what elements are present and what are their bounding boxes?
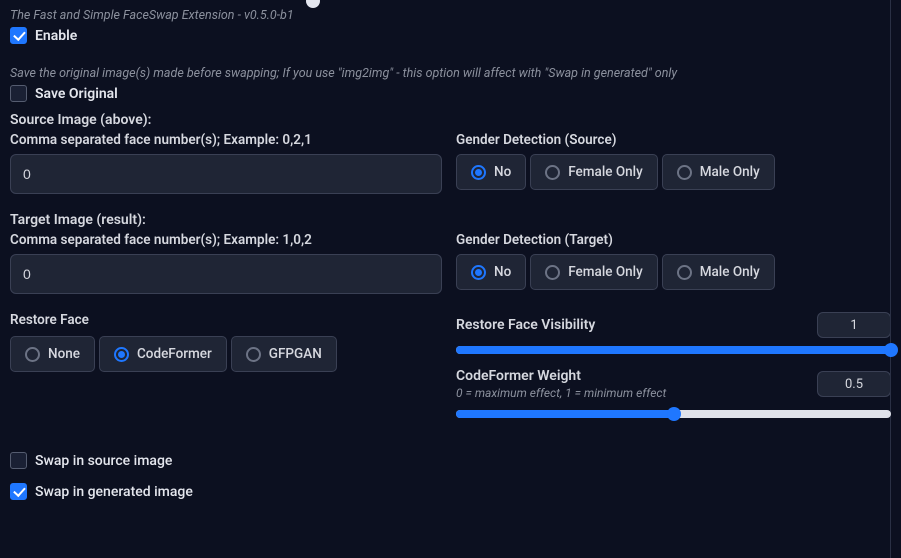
target-faces-label: Comma separated face number(s); Example:… (10, 232, 442, 248)
radio-icon (677, 265, 692, 280)
source-gender-label: Gender Detection (Source) (456, 132, 891, 148)
radio-label: Male Only (700, 264, 760, 280)
radio-icon (114, 347, 129, 362)
panel-divider (890, 0, 891, 558)
radio-label: No (494, 164, 511, 180)
swap-generated-label: Swap in generated image (35, 484, 193, 500)
target-gender-option-female-only[interactable]: Female Only (530, 254, 657, 290)
radio-icon (471, 165, 486, 180)
target-gender-group: No Female Only Male Only (456, 254, 891, 290)
radio-label: Female Only (568, 264, 642, 280)
restore-face-option-gfpgan[interactable]: GFPGAN (231, 336, 337, 372)
decorative-dot (306, 0, 320, 8)
visibility-thumb[interactable] (884, 343, 898, 357)
radio-icon (545, 265, 560, 280)
radio-icon (25, 347, 40, 362)
source-faces-input[interactable] (10, 154, 442, 194)
restore-face-group: None CodeFormer GFPGAN (10, 336, 442, 372)
restore-face-option-codeformer[interactable]: CodeFormer (99, 336, 227, 372)
save-original-checkbox[interactable] (10, 85, 27, 102)
target-gender-option-male-only[interactable]: Male Only (662, 254, 775, 290)
visibility-value[interactable]: 1 (817, 312, 891, 338)
swap-source-label: Swap in source image (35, 453, 172, 469)
visibility-label: Restore Face Visibility (456, 317, 807, 333)
radio-label: Female Only (568, 164, 642, 180)
radio-icon (246, 347, 261, 362)
enable-label: Enable (35, 28, 77, 44)
enable-checkbox[interactable] (10, 27, 27, 44)
source-gender-group: No Female Only Male Only (456, 154, 891, 190)
target-gender-option-no[interactable]: No (456, 254, 526, 290)
cfweight-label: CodeFormer Weight (456, 368, 807, 384)
radio-label: CodeFormer (137, 346, 212, 362)
cfweight-hint: 0 = maximum effect, 1 = minimum effect (456, 386, 807, 400)
target-faces-input[interactable] (10, 254, 442, 294)
cfweight-value[interactable]: 0.5 (817, 371, 891, 397)
visibility-slider[interactable] (456, 346, 891, 354)
source-gender-option-no[interactable]: No (456, 154, 526, 190)
target-gender-label: Gender Detection (Target) (456, 232, 891, 248)
radio-label: Male Only (700, 164, 760, 180)
restore-face-label: Restore Face (10, 312, 442, 328)
extension-subtitle: The Fast and Simple FaceSwap Extension -… (10, 8, 891, 23)
restore-face-option-none[interactable]: None (10, 336, 95, 372)
source-heading: Source Image (above): (10, 112, 891, 128)
radio-icon (471, 265, 486, 280)
radio-label: GFPGAN (269, 346, 322, 362)
radio-label: None (48, 346, 80, 362)
source-gender-option-female-only[interactable]: Female Only (530, 154, 657, 190)
save-original-label: Save Original (35, 86, 118, 102)
radio-icon (677, 165, 692, 180)
cfweight-thumb[interactable] (667, 407, 681, 421)
save-original-desc: Save the original image(s) made before s… (10, 66, 891, 81)
radio-icon (545, 165, 560, 180)
target-heading: Target Image (result): (10, 212, 891, 228)
cfweight-slider[interactable] (456, 410, 891, 418)
radio-label: No (494, 264, 511, 280)
swap-source-checkbox[interactable] (10, 452, 27, 469)
source-faces-label: Comma separated face number(s); Example:… (10, 132, 442, 148)
swap-generated-checkbox[interactable] (10, 483, 27, 500)
source-gender-option-male-only[interactable]: Male Only (662, 154, 775, 190)
